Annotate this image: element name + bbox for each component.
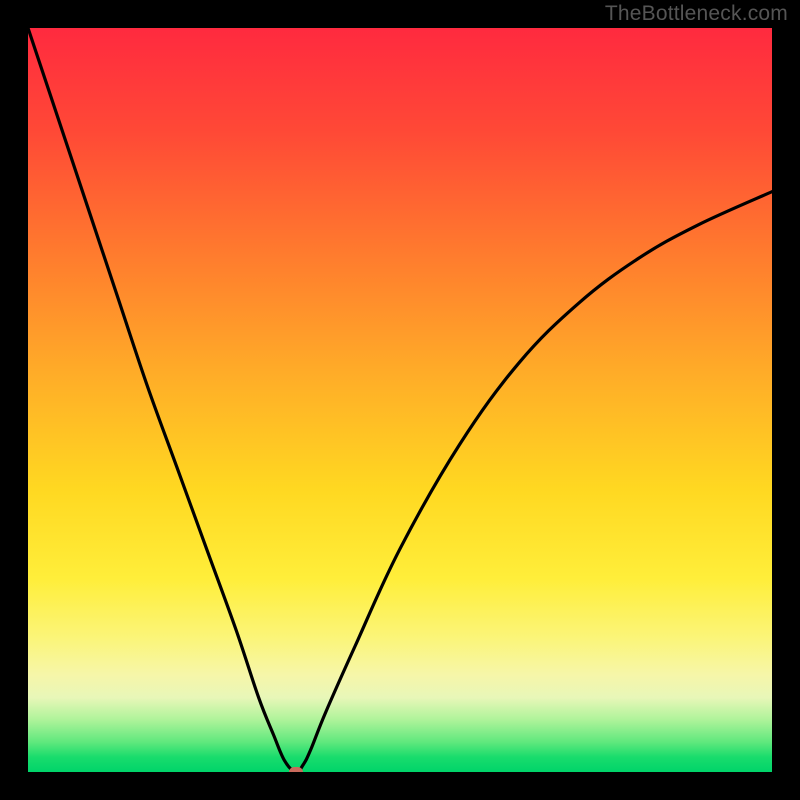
bottleneck-curve (28, 28, 772, 772)
min-marker (289, 767, 303, 772)
plot-area (28, 28, 772, 772)
chart-container: TheBottleneck.com (0, 0, 800, 800)
watermark-text: TheBottleneck.com (605, 2, 788, 26)
curve-layer (28, 28, 772, 772)
